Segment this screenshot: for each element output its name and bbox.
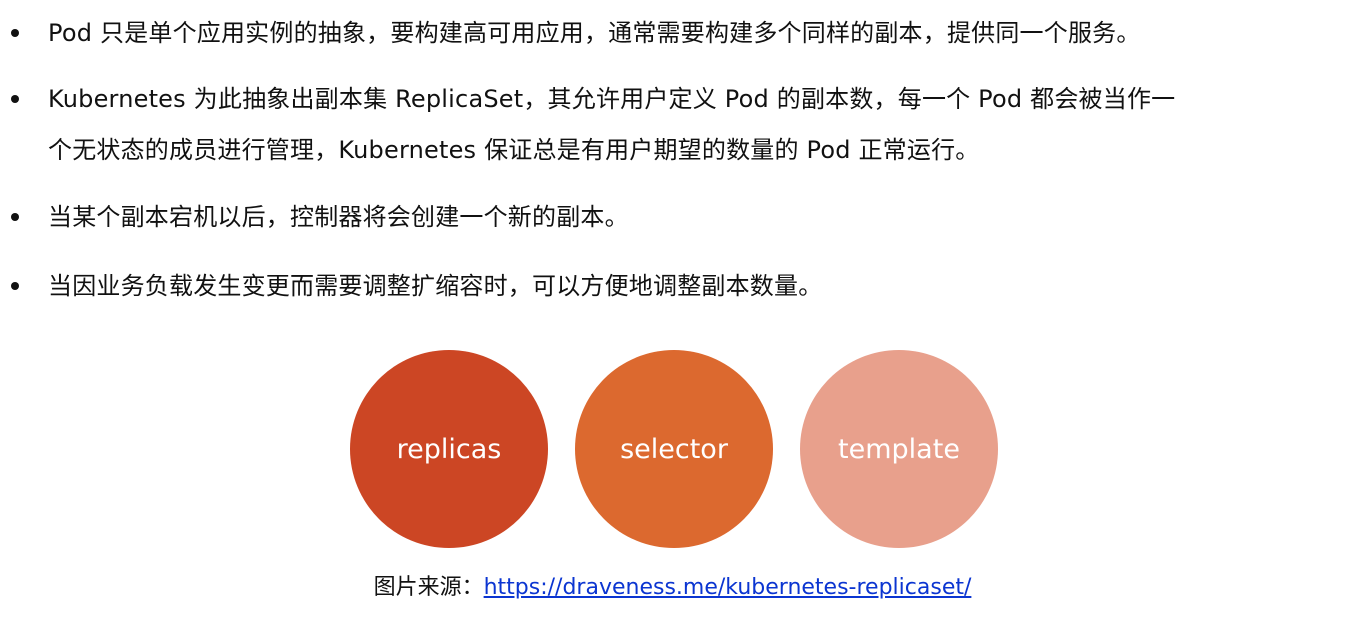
caption-prefix: 图片来源： xyxy=(373,575,484,600)
replicaset-diagram: replicas selector template xyxy=(0,0,1345,641)
image-caption: 图片来源：https://draveness.me/kubernetes-rep… xyxy=(0,574,1345,602)
selector-circle: selector xyxy=(575,350,773,548)
source-link[interactable]: https://draveness.me/kubernetes-replicas… xyxy=(484,575,972,600)
circle-label: replicas xyxy=(396,433,502,465)
replicas-circle: replicas xyxy=(350,350,548,548)
circle-label: selector xyxy=(620,433,728,465)
template-circle: template xyxy=(800,350,998,548)
circle-label: template xyxy=(838,433,960,465)
